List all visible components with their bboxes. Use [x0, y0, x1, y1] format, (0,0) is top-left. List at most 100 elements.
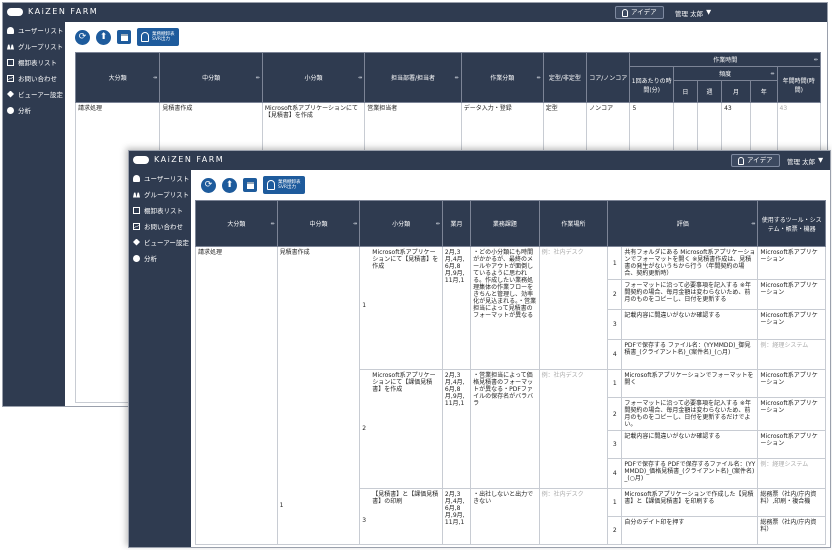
tool-cell[interactable]: Microsoft系アプリケーション [757, 279, 826, 310]
table-row: 請求処理 見積書作成 1 Microsoft系アプリケーションにて【見積書】を作… [195, 246, 826, 545]
tool-cell[interactable]: 総務票（社内/庁内資料） [757, 516, 826, 545]
col-issues[interactable]: 業務課題 [470, 200, 540, 247]
cell-location[interactable]: 例：社内デスク [538, 369, 609, 489]
eval-text[interactable]: Microsoft系アプリケーションで作成した【見積書】と【課価見積書】を印刷す… [621, 488, 759, 517]
cell-minor[interactable]: Microsoft系アプリケーションにて【課価見積書】を作成 2 [359, 369, 443, 489]
col-freq-week[interactable]: 週 [696, 80, 723, 103]
column-resize-icon[interactable]: ⇹ [770, 71, 774, 77]
refresh-button[interactable]: ⟳ [201, 177, 216, 193]
eval-text[interactable]: 共有フォルダにある Microsoft系アプリケーションでフォーマットを開く ※… [621, 246, 759, 280]
column-resize-icon[interactable]: ⇹ [153, 75, 157, 81]
tool-cell[interactable]: 総務票（社内/庁内資料）,印刷・複合機 [757, 488, 826, 517]
tool-cell[interactable]: 例：経理システム [757, 458, 826, 489]
tool-cell[interactable]: Microsoft系アプリケーション [757, 369, 826, 398]
cell-location[interactable]: 例：社内デスク [538, 246, 609, 370]
col-work-type[interactable]: 作業分類 ⇹ [460, 52, 544, 103]
eval-text[interactable]: 自分のデイト印を押す [621, 516, 759, 545]
cell-issues[interactable]: ・出社しないと出力できない [470, 488, 540, 545]
eval-text[interactable]: フォーマットに沿って必要事項を記入する ※年間契約の場合、毎月金額は変わらないた… [621, 279, 759, 310]
brand-logo[interactable]: KAiZEN FARM [133, 155, 224, 164]
col-middle[interactable]: 中分類 ⇹ [276, 200, 361, 247]
export-svr-button[interactable]: 業務棚卸表 SVR出力 [137, 28, 179, 46]
sidebar-item-inventory[interactable]: 棚卸表リスト [129, 202, 191, 218]
cell-minor[interactable]: Microsoft系アプリケーションにて【見積書】を作成 1 [359, 246, 443, 370]
col-dept[interactable]: 担当部署/担当者 ⇹ [364, 52, 462, 103]
col-month[interactable]: 業月 [441, 200, 472, 247]
col-routine[interactable]: 定型/非定型 [542, 52, 588, 103]
sidebar-item-viewer[interactable]: ビューアー設定 [129, 234, 191, 250]
refresh-button[interactable]: ⟳ [75, 29, 90, 45]
tool-cell[interactable]: Microsoft系アプリケーション [757, 309, 826, 340]
col-frequency[interactable]: 頻度 ⇹ [672, 66, 778, 81]
col-location[interactable]: 作業場所 [538, 200, 609, 247]
sidebar-item-viewer[interactable]: ビューアー設定 [3, 86, 65, 102]
cell-month[interactable]: 2月,3月,4月,6月,8月,9月,11月,1 [441, 369, 472, 489]
eval-text[interactable]: PDFで保存する ファイル名：(YYMMDD)_御見積書_(クライアント名)_(… [621, 339, 759, 370]
column-resize-icon[interactable]: ⇹ [536, 75, 540, 81]
brand-logo[interactable]: KAiZEN FARM [7, 7, 98, 16]
idea-button[interactable]: アイデア [615, 6, 664, 19]
eval-text[interactable]: Microsoft系アプリケーションでフォーマットを開く [621, 369, 759, 398]
col-tools[interactable]: 使用するツール・システム・帳票・機器 [757, 200, 826, 247]
tool-cell[interactable]: Microsoft系アプリケーション [757, 246, 826, 280]
column-resize-icon[interactable]: ⇹ [353, 221, 357, 227]
eval-text[interactable]: 記載内容に間違いがないか確認する [621, 430, 759, 459]
column-resize-icon[interactable]: ⇹ [358, 75, 362, 81]
col-evaluation[interactable]: 評価 ⇹ [607, 200, 759, 247]
sidebar-item-users[interactable]: ユーザーリスト [3, 22, 65, 38]
save-button[interactable] [243, 178, 257, 192]
cell-month[interactable]: 2月,3月,4月,6月,8月,9月,11月,1 [441, 246, 472, 370]
sidebar-item-analysis[interactable]: 分析 [3, 102, 65, 118]
col-major[interactable]: 大分類 ⇹ [74, 52, 161, 103]
sidebar-item-analysis[interactable]: 分析 [129, 250, 191, 266]
eval-text[interactable]: 記載内容に間違いがないか確認する [621, 309, 759, 340]
tool-cell[interactable]: Microsoft系アプリケーション [757, 430, 826, 459]
cell-major[interactable]: 請求処理 [195, 246, 278, 545]
tool-cell[interactable]: 例：経理システム [757, 339, 826, 370]
upload-button[interactable]: ⬆ [222, 177, 237, 193]
export-svr-button[interactable]: 業務棚卸表 SVR出力 [263, 176, 305, 194]
tool-cell[interactable]: Microsoft系アプリケーション [757, 397, 826, 431]
col-freq-month[interactable]: 月 [721, 80, 751, 103]
col-per-time[interactable]: 1回あたりの時間(分) [629, 66, 674, 103]
column-resize-icon[interactable]: ⇹ [751, 221, 755, 227]
refresh-icon: ⟳ [204, 179, 213, 190]
user-menu[interactable]: 管理 太郎 ▼ [787, 156, 823, 166]
col-minor[interactable]: 小分類 ⇹ [261, 52, 366, 103]
col-major[interactable]: 大分類 ⇹ [195, 200, 278, 247]
col-minor[interactable]: 小分類 ⇹ [359, 200, 443, 247]
column-resize-icon[interactable]: ⇹ [814, 57, 818, 63]
eval-text[interactable]: フォーマットに沿って必要事項を記入する ※年間契約の場合、毎月金額は変わらないた… [621, 397, 759, 431]
sidebar-item-contact[interactable]: お問い合わせ [3, 70, 65, 86]
col-work-time[interactable]: 作業時間 ⇹ [629, 52, 821, 67]
mail-icon [7, 74, 14, 82]
column-resize-icon[interactable]: ⇹ [455, 75, 459, 81]
col-core[interactable]: コア/ノンコア [586, 52, 631, 103]
save-button[interactable] [117, 30, 131, 44]
idea-button[interactable]: アイデア [731, 154, 780, 167]
list-icon [133, 206, 140, 214]
col-freq-year[interactable]: 年 [750, 80, 778, 103]
sidebar-item-users[interactable]: ユーザーリスト [129, 170, 191, 186]
col-middle[interactable]: 中分類 ⇹ [159, 52, 263, 103]
column-resize-icon[interactable]: ⇹ [270, 221, 274, 227]
col-annual[interactable]: 年間時間(時間) [776, 66, 822, 103]
cell-issues[interactable]: ・営業担当によって価格見積書のフォーマットが異なる・PDFファイルの保存名がバラ… [470, 369, 540, 489]
column-resize-icon[interactable]: ⇹ [436, 221, 440, 227]
sidebar-item-contact[interactable]: お問い合わせ [129, 218, 191, 234]
logo-icon [7, 7, 23, 16]
sidebar-item-groups[interactable]: グループリスト [3, 38, 65, 54]
eval-index: 2 [607, 397, 623, 431]
cell-middle[interactable]: 見積書作成 1 [276, 246, 361, 545]
cell-location[interactable]: 例：社内デスク [538, 488, 609, 545]
eval-text[interactable]: PDFで保存する PDFで保存するファイル名：(YYMMDD)_価格見積書_(ク… [621, 458, 759, 489]
sidebar-item-inventory[interactable]: 棚卸表リスト [3, 54, 65, 70]
col-freq-day[interactable]: 日 [672, 80, 698, 103]
column-resize-icon[interactable]: ⇹ [256, 75, 260, 81]
sidebar-item-groups[interactable]: グループリスト [129, 186, 191, 202]
cell-issues[interactable]: ・どの小分類にも時間がかかるが、最終のメールやアウトが面倒しているように思われる… [470, 246, 540, 370]
user-menu[interactable]: 管理 太郎 ▼ [675, 8, 711, 18]
cell-minor[interactable]: 【見積書】と【課価見積書】の印刷 3 [359, 488, 443, 545]
upload-button[interactable]: ⬆ [96, 29, 111, 45]
cell-month[interactable]: 2月,3月,4月,6月,8月,9月,11月,1 [441, 488, 472, 545]
